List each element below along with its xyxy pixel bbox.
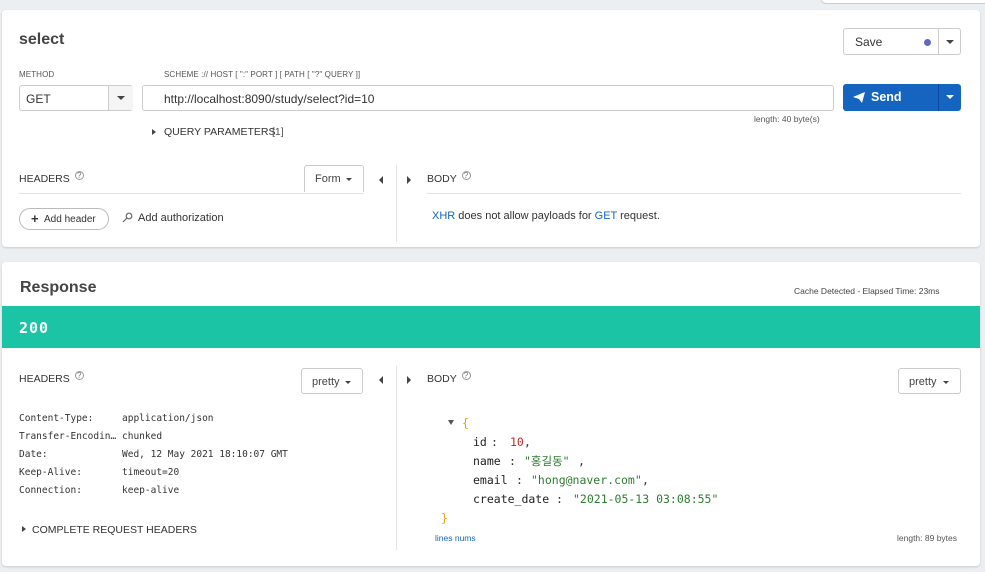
- response-panel: Response Cache Detected - Elapsed Time: …: [2, 262, 980, 566]
- request-body-divider: [427, 193, 961, 194]
- save-label: Save: [855, 35, 883, 49]
- json-open-line: {: [438, 414, 758, 433]
- method-value: GET: [26, 92, 51, 106]
- add-header-button[interactable]: + Add header: [19, 208, 109, 230]
- status-bar: 200: [2, 306, 980, 348]
- chevron-down-icon: [946, 40, 954, 44]
- url-length: length: 40 byte(s): [754, 114, 820, 124]
- request-split-divider: [396, 165, 397, 242]
- lines-nums-toggle[interactable]: lines nums: [435, 533, 476, 543]
- top-edge-fragment: [820, 0, 985, 4]
- xhr-link[interactable]: XHR: [432, 210, 455, 222]
- chevron-down-icon: [943, 381, 949, 384]
- help-icon: ?: [461, 171, 471, 180]
- send-button-group: Send: [843, 84, 961, 111]
- method-dropdown-toggle[interactable]: [108, 86, 133, 110]
- triangle-right-icon: [22, 526, 26, 532]
- json-viewer: { id: 10, name: "홍길동", email: "hong@nave…: [438, 414, 758, 528]
- help-icon: ?: [74, 171, 84, 180]
- response-split-divider: [396, 366, 397, 550]
- get-link[interactable]: GET: [595, 210, 617, 222]
- response-length: length: 89 bytes: [897, 533, 958, 543]
- save-options-button[interactable]: [938, 29, 961, 54]
- method-select[interactable]: GET: [19, 85, 133, 111]
- header-row: Keep-Alive: timeout=20: [19, 467, 180, 478]
- header-row: Content-Type: application/json: [19, 413, 214, 424]
- save-button-group: Save: [843, 28, 961, 55]
- send-label: Send: [871, 90, 902, 104]
- paper-plane-icon: [853, 92, 865, 103]
- request-body-label: BODY ?: [427, 171, 471, 185]
- json-close-line: }: [441, 511, 448, 525]
- json-line: id: 10,: [473, 435, 531, 449]
- url-input[interactable]: http://localhost:8090/study/select?id=10: [142, 85, 834, 111]
- collapse-toggle-icon[interactable]: [448, 420, 454, 425]
- chevron-down-icon: [345, 381, 351, 384]
- status-code: 200: [19, 319, 50, 337]
- headers-view-dropdown[interactable]: pretty: [301, 368, 363, 394]
- cache-elapsed-text: Cache Detected - Elapsed Time: 23ms: [794, 286, 940, 296]
- json-line: email: "hong@naver.com",: [473, 473, 649, 487]
- send-options-button[interactable]: [938, 84, 961, 111]
- chevron-down-icon: [346, 178, 352, 181]
- json-line: create_date: "2021-05-13 03:08:55": [473, 492, 719, 506]
- unsaved-dot-icon: [924, 39, 931, 46]
- help-icon: ?: [461, 371, 471, 380]
- header-row: Date: Wed, 12 May 2021 18:10:07 GMT: [19, 449, 288, 460]
- body-message: XHR does not allow payloads for GET requ…: [432, 210, 660, 222]
- help-icon: ?: [74, 371, 84, 380]
- save-button[interactable]: Save: [844, 29, 938, 54]
- header-row: Transfer-Encodin… chunked: [19, 431, 163, 442]
- chevron-right-icon[interactable]: [407, 376, 411, 384]
- chevron-right-icon[interactable]: [407, 176, 411, 184]
- url-value: http://localhost:8090/study/select?id=10: [164, 92, 375, 106]
- url-format-label: SCHEME :// HOST [ ":" PORT ] [ PATH [ "?…: [164, 70, 361, 79]
- chevron-left-icon[interactable]: [379, 176, 383, 184]
- complete-request-headers-label: COMPLETE REQUEST HEADERS: [32, 524, 197, 536]
- query-parameters-count: [1]: [272, 126, 284, 138]
- response-headers-list: Content-Type: application/json Transfer-E…: [19, 410, 379, 500]
- form-label: Form: [315, 173, 341, 185]
- method-label: METHOD: [19, 70, 55, 79]
- chevron-down-icon: [946, 95, 954, 99]
- send-button[interactable]: Send: [843, 84, 938, 111]
- add-header-label: Add header: [44, 214, 96, 225]
- query-parameters-label: QUERY PARAMETERS: [164, 126, 276, 138]
- request-title: select: [19, 31, 65, 48]
- response-title: Response: [20, 279, 97, 296]
- body-view-dropdown[interactable]: pretty: [898, 368, 961, 394]
- header-row: Connection: keep-alive: [19, 485, 180, 496]
- request-panel: select Save METHOD GET SCHEME :// HOST […: [2, 10, 980, 247]
- body-view-label: pretty: [909, 376, 937, 388]
- response-headers-label: HEADERS ?: [19, 371, 84, 385]
- key-icon: [122, 212, 133, 223]
- response-body-label: BODY ?: [427, 371, 471, 385]
- headers-view-label: pretty: [312, 376, 340, 388]
- triangle-right-icon: [152, 129, 156, 135]
- chevron-down-icon: [117, 96, 125, 100]
- json-line: name: "홍길동",: [473, 454, 585, 468]
- request-headers-divider: [19, 193, 364, 194]
- chevron-left-icon[interactable]: [379, 376, 383, 384]
- request-headers-label: HEADERS ?: [19, 171, 84, 185]
- plus-icon: +: [31, 211, 39, 226]
- form-dropdown[interactable]: Form: [304, 165, 364, 192]
- add-authorization-label: Add authorization: [138, 212, 224, 224]
